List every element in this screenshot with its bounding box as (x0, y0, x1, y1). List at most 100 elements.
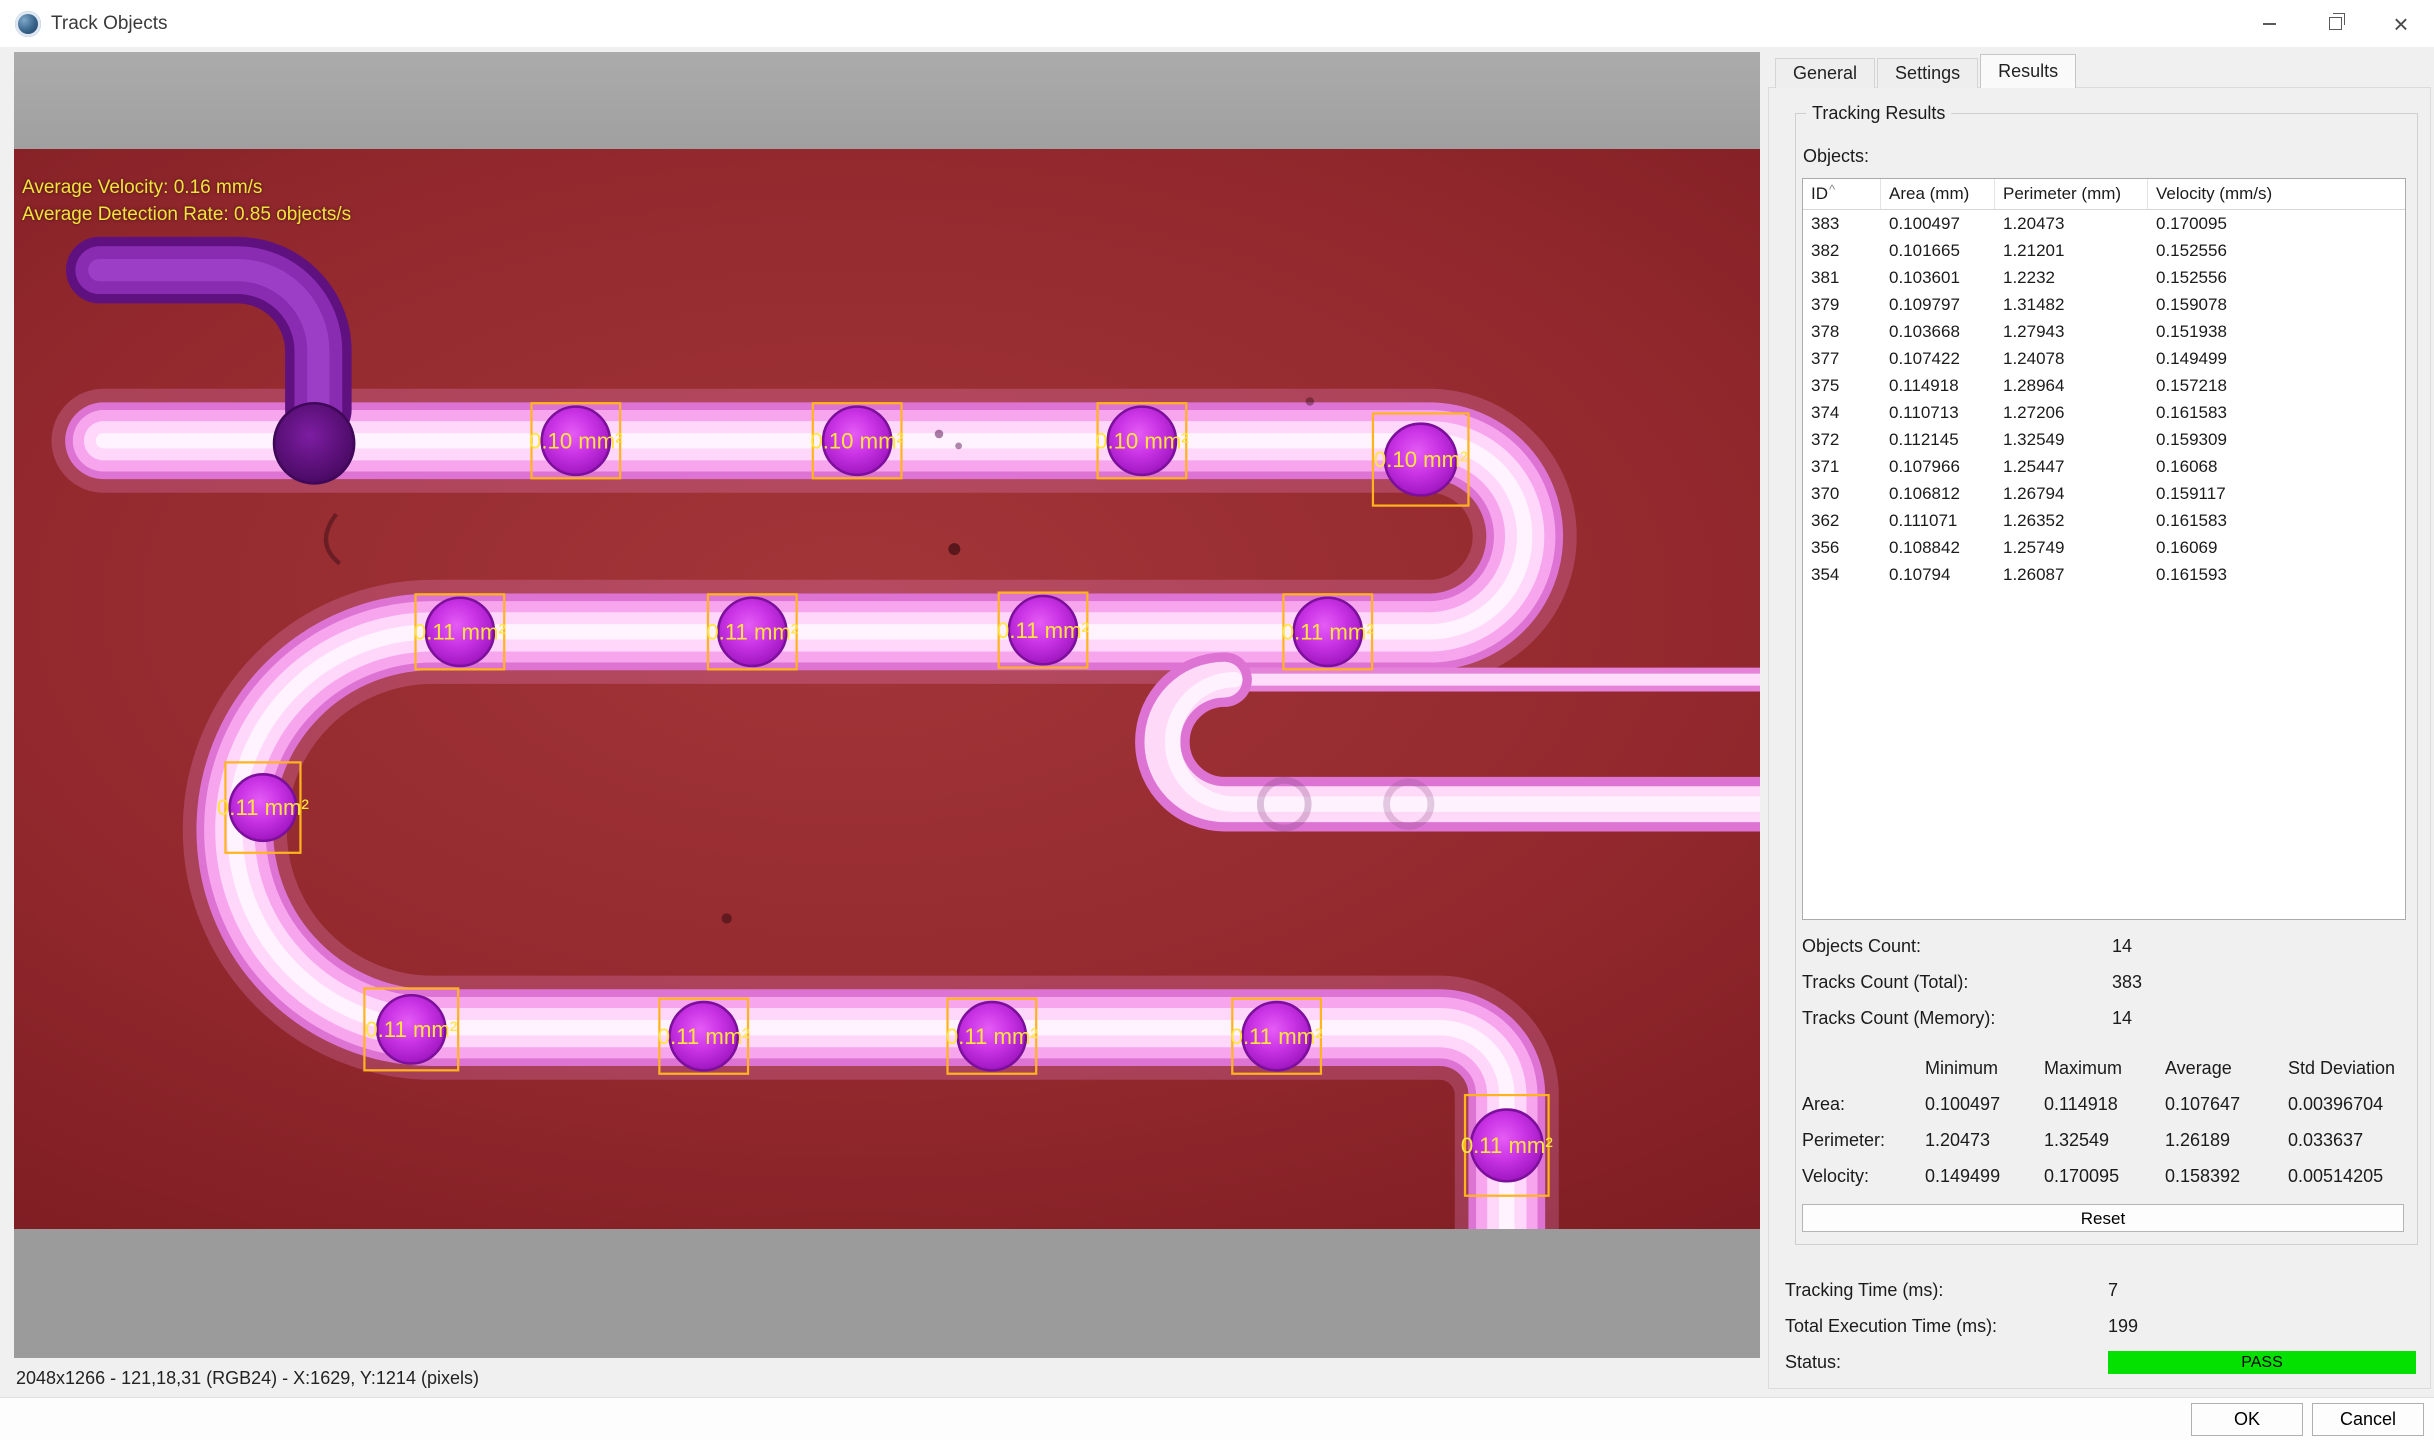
stats-area-std: 0.00396704 (2288, 1094, 2404, 1115)
tab-general[interactable]: General (1775, 58, 1875, 88)
tracking-time-label: Tracking Time (ms): (1785, 1280, 2108, 1301)
tab-results[interactable]: Results (1980, 54, 2076, 88)
stats-header-average: Average (2165, 1058, 2288, 1079)
image-viewer[interactable]: Average Velocity: 0.16 mm/s Average Dete… (14, 52, 1760, 1358)
stats-velocity-max: 0.170095 (2044, 1166, 2165, 1187)
stats-area-label: Area: (1802, 1094, 1925, 1115)
titlebar: Track Objects × (0, 0, 2434, 47)
droplet-area-label: 0.11 mm² (706, 620, 798, 645)
groupbox-title: Tracking Results (1806, 103, 1951, 124)
droplet-area-label: 0.11 mm² (946, 1024, 1038, 1049)
image-status-text: 2048x1266 - 121,18,31 (RGB24) - X:1629, … (16, 1368, 479, 1389)
table-row[interactable]: 3740.1107131.272060.161583 (1803, 399, 2405, 426)
reset-button[interactable]: Reset (1802, 1204, 2404, 1232)
execution-time-row: Total Execution Time (ms): 199 (1785, 1308, 2425, 1344)
stats-perimeter-min: 1.20473 (1925, 1130, 2044, 1151)
tracking-time-row: Tracking Time (ms): 7 (1785, 1272, 2425, 1308)
tab-settings[interactable]: Settings (1877, 58, 1978, 88)
droplet-area-label: 0.11 mm² (1461, 1133, 1553, 1158)
tab-bar: General Settings Results (1775, 56, 2076, 88)
table-row[interactable]: 3720.1121451.325490.159309 (1803, 426, 2405, 453)
table-row[interactable]: 3770.1074221.240780.149499 (1803, 345, 2405, 372)
droplet-area-label: 0.10 mm² (529, 428, 623, 453)
camera-gray-band-top (14, 52, 1760, 149)
droplet-area-label: 0.11 mm² (365, 1017, 457, 1042)
table-row[interactable]: 3540.107941.260870.161593 (1803, 561, 2405, 588)
status-label: Status: (1785, 1352, 2108, 1373)
table-row[interactable]: 3700.1068121.267940.159117 (1803, 480, 2405, 507)
column-header-id[interactable]: ID ^ (1803, 179, 1881, 209)
stats-header-std: Std Deviation (2288, 1058, 2404, 1079)
ok-button[interactable]: OK (2191, 1403, 2303, 1436)
tracks-memory-value: 14 (2112, 1008, 2132, 1029)
tracks-memory-row: Tracks Count (Memory): 14 (1802, 1000, 2404, 1036)
maximize-button[interactable] (2302, 0, 2368, 47)
table-row[interactable]: 3710.1079661.254470.16068 (1803, 453, 2405, 480)
counts-block: Objects Count: 14 Tracks Count (Total): … (1802, 928, 2404, 1036)
inlet-droplet-blob (274, 403, 354, 483)
droplet-area-label: 0.11 mm² (217, 795, 309, 820)
objects-table[interactable]: ID ^ Area (mm) Perimeter (mm) Velocity (… (1802, 178, 2406, 920)
tracks-memory-label: Tracks Count (Memory): (1802, 1008, 2112, 1029)
stats-perimeter-std: 0.033637 (2288, 1130, 2404, 1151)
execution-time-label: Total Execution Time (ms): (1785, 1316, 2108, 1337)
status-row: Status: PASS (1785, 1344, 2425, 1380)
column-header-perimeter[interactable]: Perimeter (mm) (1995, 179, 2148, 209)
serpentine-channel (104, 441, 1525, 1229)
camera-image[interactable]: Average Velocity: 0.16 mm/s Average Dete… (14, 149, 1760, 1229)
column-header-velocity[interactable]: Velocity (mm/s) (2148, 179, 2405, 209)
app-icon (15, 11, 41, 37)
tracks-total-row: Tracks Count (Total): 383 (1802, 964, 2404, 1000)
stats-table: Minimum Maximum Average Std Deviation Ar… (1802, 1050, 2404, 1194)
table-row[interactable]: 3780.1036681.279430.151938 (1803, 318, 2405, 345)
objects-label: Objects: (1803, 146, 1869, 167)
window-controls: × (2236, 0, 2434, 47)
droplet-area-label: 0.10 mm² (810, 428, 904, 453)
minimize-button[interactable] (2236, 0, 2302, 47)
table-row[interactable]: 3560.1088421.257490.16069 (1803, 534, 2405, 561)
droplet-area-label: 0.11 mm² (1231, 1024, 1323, 1049)
droplet-area-label: 0.11 mm² (414, 620, 506, 645)
droplet-area-label: 0.10 mm² (1374, 447, 1468, 472)
overlay-detection-rate: Average Detection Rate: 0.85 objects/s (22, 201, 351, 228)
close-button[interactable]: × (2368, 0, 2434, 47)
minimize-icon (2263, 23, 2276, 25)
droplet-area-label: 0.11 mm² (997, 618, 1089, 643)
stats-area-max: 0.114918 (2044, 1094, 2165, 1115)
overlay-average-velocity: Average Velocity: 0.16 mm/s (22, 174, 351, 201)
column-header-area[interactable]: Area (mm) (1881, 179, 1995, 209)
window-title: Track Objects (51, 13, 168, 35)
table-row[interactable]: 3750.1149181.289640.157218 (1803, 372, 2405, 399)
cancel-button[interactable]: Cancel (2312, 1403, 2424, 1436)
objects-count-value: 14 (2112, 936, 2132, 957)
table-row[interactable]: 3810.1036011.22320.152556 (1803, 264, 2405, 291)
stats-perimeter-label: Perimeter: (1802, 1130, 1925, 1151)
close-icon: × (2393, 11, 2408, 37)
objects-count-label: Objects Count: (1802, 936, 2112, 957)
stats-perimeter-max: 1.32549 (2044, 1130, 2165, 1151)
stats-area-min: 0.100497 (1925, 1094, 2044, 1115)
secondary-channel (1162, 680, 1760, 828)
tracking-time-value: 7 (2108, 1280, 2118, 1301)
image-overlay: Average Velocity: 0.16 mm/s Average Dete… (22, 174, 351, 228)
stats-area-avg: 0.107647 (2165, 1094, 2288, 1115)
objects-table-body: 3830.1004971.204730.1700953820.1016651.2… (1803, 210, 2405, 588)
footer-info: Tracking Time (ms): 7 Total Execution Ti… (1785, 1272, 2425, 1380)
stats-perimeter-avg: 1.26189 (2165, 1130, 2288, 1151)
status-badge: PASS (2108, 1351, 2416, 1374)
table-row[interactable]: 3620.1110711.263520.161583 (1803, 507, 2405, 534)
table-row[interactable]: 3820.1016651.212010.152556 (1803, 237, 2405, 264)
table-row[interactable]: 3830.1004971.204730.170095 (1803, 210, 2405, 237)
tracks-total-label: Tracks Count (Total): (1802, 972, 2112, 993)
stats-velocity-std: 0.00514205 (2288, 1166, 2404, 1187)
sort-indicator-icon: ^ (1829, 178, 1835, 205)
objects-table-header: ID ^ Area (mm) Perimeter (mm) Velocity (… (1803, 179, 2405, 210)
table-row[interactable]: 3790.1097971.314820.159078 (1803, 291, 2405, 318)
tracks-total-value: 383 (2112, 972, 2142, 993)
stats-velocity-min: 0.149499 (1925, 1166, 2044, 1187)
droplet-area-label: 0.10 mm² (1095, 428, 1189, 453)
stats-header-minimum: Minimum (1925, 1058, 2044, 1079)
microfluidic-scene: 0.10 mm² 0.10 mm² 0.10 mm² 0.10 mm² 0.11 mm²… (14, 149, 1760, 1229)
objects-count-row: Objects Count: 14 (1802, 928, 2404, 964)
track-objects-window: Track Objects × Average Velocity: 0.16 m… (0, 0, 2434, 1440)
